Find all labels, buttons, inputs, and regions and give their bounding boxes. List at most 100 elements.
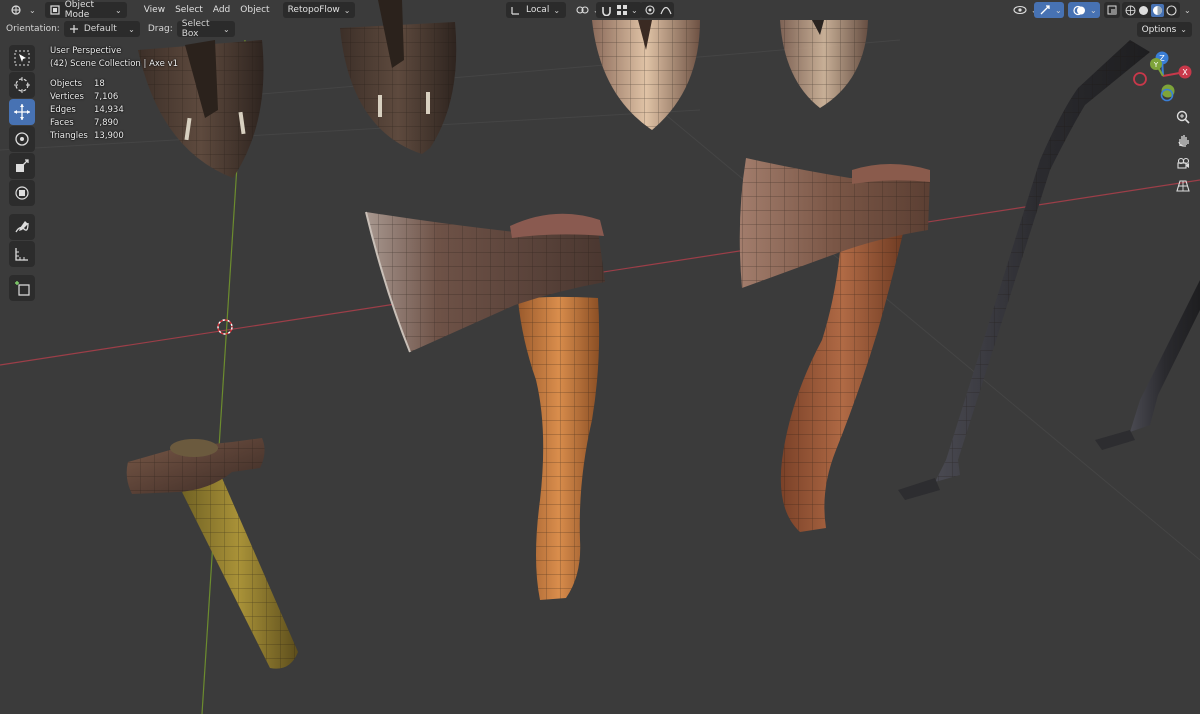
chevron-down-icon: ⌄	[29, 5, 36, 15]
select-box-icon	[14, 50, 30, 66]
falloff-curve-icon	[660, 5, 672, 15]
snap-group[interactable]: ⌄	[596, 2, 642, 18]
stat-value: 14,934	[94, 105, 124, 115]
measure-tool[interactable]	[9, 241, 35, 267]
neg-x-axis-handle[interactable]	[1133, 72, 1147, 86]
shovel-middle[interactable]	[340, 0, 457, 154]
perspective-toggle-button[interactable]	[1173, 176, 1193, 196]
gizmo-x-label: X	[1182, 68, 1188, 77]
orientation-value: Default	[83, 24, 117, 34]
wireframe-shading-icon[interactable]	[1125, 5, 1136, 16]
scale-icon	[14, 158, 30, 174]
axe-left[interactable]	[365, 211, 605, 600]
tool-settings-header: Orientation: Default ⌄ Drag: Select Box …	[0, 19, 235, 39]
menu-select[interactable]: Select	[170, 2, 208, 18]
stat-value: 13,900	[94, 131, 124, 141]
options-label: Options	[1141, 24, 1177, 35]
editor-type-button[interactable]: ⌄	[6, 2, 41, 18]
transform-space-label: Local	[526, 5, 550, 15]
move-tool[interactable]	[9, 99, 35, 125]
move-icon	[13, 103, 31, 121]
scale-tool[interactable]	[9, 153, 35, 179]
menu-view[interactable]: View	[139, 2, 170, 18]
stat-key: Edges	[50, 105, 76, 115]
pan-button[interactable]	[1173, 130, 1193, 150]
rotate-tool[interactable]	[9, 126, 35, 152]
globe-view-icon	[11, 4, 25, 16]
xray-icon	[1107, 5, 1117, 15]
eye-icon	[1013, 5, 1027, 15]
chevron-down-icon: ⌄	[1180, 25, 1187, 34]
rotate-icon	[14, 131, 30, 147]
measure-icon	[14, 246, 30, 262]
transform-tool[interactable]	[9, 180, 35, 206]
viewport-info: User Perspective (42) Scene Collection |…	[50, 45, 178, 143]
crowbar-main[interactable]	[898, 40, 1150, 500]
transform-icon	[14, 185, 30, 201]
transform-space-selector[interactable]: Local ⌄	[506, 2, 566, 18]
snap-grid-icon	[617, 5, 627, 15]
menu-object[interactable]: Object	[235, 2, 274, 18]
chevron-down-icon: ⌄	[553, 5, 561, 15]
scene-canvas[interactable]	[0, 0, 1200, 714]
stat-key: Triangles	[50, 131, 88, 141]
solid-shading-icon[interactable]	[1138, 5, 1149, 16]
retopoflow-menu[interactable]: RetopoFlow ⌄	[282, 2, 356, 18]
stat-row: Objects 18	[50, 78, 178, 91]
proportional-edit-group[interactable]	[640, 2, 674, 18]
rendered-shading-icon[interactable]	[1166, 4, 1177, 16]
stat-row: Edges 14,934	[50, 104, 178, 117]
cursor-tool[interactable]	[9, 72, 35, 98]
axe-right[interactable]	[739, 158, 930, 532]
perspective-grid-icon	[1176, 179, 1190, 193]
view-perspective-label: User Perspective	[50, 46, 122, 56]
stat-key: Objects	[50, 79, 83, 89]
select-box-tool[interactable]	[9, 45, 35, 71]
stat-value: 7,106	[94, 92, 119, 102]
drag-value: Select Box	[181, 19, 210, 39]
shovel-right[interactable]	[780, 20, 868, 108]
chevron-down-icon: ⌄	[115, 5, 122, 15]
stat-row: Vertices 7,106	[50, 91, 178, 104]
retopoflow-label: RetopoFlow	[287, 5, 340, 15]
gizmo-y-label: Y	[1153, 61, 1159, 69]
navigation-gizmo[interactable]: Z X Y	[1128, 46, 1198, 104]
annotate-icon	[14, 219, 30, 235]
stat-value: 18	[94, 79, 105, 89]
chevron-down-icon: ⌄	[1090, 5, 1097, 15]
chevron-down-icon: ⌄	[343, 5, 351, 15]
shading-modes[interactable]	[1122, 2, 1180, 18]
toolbar	[7, 44, 37, 302]
options-dropdown[interactable]: Options ⌄	[1136, 22, 1192, 37]
overlay-circles-icon	[1073, 5, 1086, 16]
magnet-icon	[601, 5, 612, 16]
stat-key: Vertices	[50, 92, 84, 102]
orientation-selector[interactable]: Default ⌄	[63, 21, 140, 37]
chevron-down-icon: ⌄	[223, 24, 230, 34]
xray-toggle[interactable]	[1104, 2, 1120, 18]
gizmo-toggle[interactable]: ⌄	[1034, 2, 1064, 18]
shading-options-button[interactable]: ⌄	[1182, 2, 1193, 18]
viewport-header: ⌄ Object Mode ⌄ View Select Add Object R…	[0, 0, 1200, 20]
zoom-button[interactable]	[1173, 107, 1193, 127]
object-mode-icon	[50, 5, 60, 15]
shovel-copper[interactable]	[592, 20, 700, 130]
3d-cursor-icon[interactable]	[217, 319, 233, 335]
scene-statistics: Objects 18 Vertices 7,106 Edges 14,934 Face…	[50, 78, 178, 143]
mode-selector[interactable]: Object Mode ⌄	[44, 0, 127, 20]
orientation-label: Orientation:	[6, 24, 60, 34]
drag-selector[interactable]: Select Box ⌄	[176, 19, 235, 39]
camera-icon	[1176, 156, 1190, 170]
material-preview-icon[interactable]	[1151, 3, 1164, 17]
mode-label: Object Mode	[64, 0, 95, 20]
menu-add[interactable]: Add	[208, 2, 235, 18]
3d-viewport[interactable]: ⌄ Object Mode ⌄ View Select Add Object R…	[0, 0, 1200, 714]
drag-label: Drag:	[147, 24, 173, 34]
add-cube-tool[interactable]	[9, 275, 35, 301]
annotate-tool[interactable]	[9, 214, 35, 240]
overlays-toggle[interactable]: ⌄	[1068, 2, 1100, 18]
crowbar-secondary[interactable]	[1095, 280, 1200, 450]
chevron-down-icon: ⌄	[1184, 5, 1191, 15]
camera-view-button[interactable]	[1173, 153, 1193, 173]
zoom-icon	[1176, 110, 1190, 124]
